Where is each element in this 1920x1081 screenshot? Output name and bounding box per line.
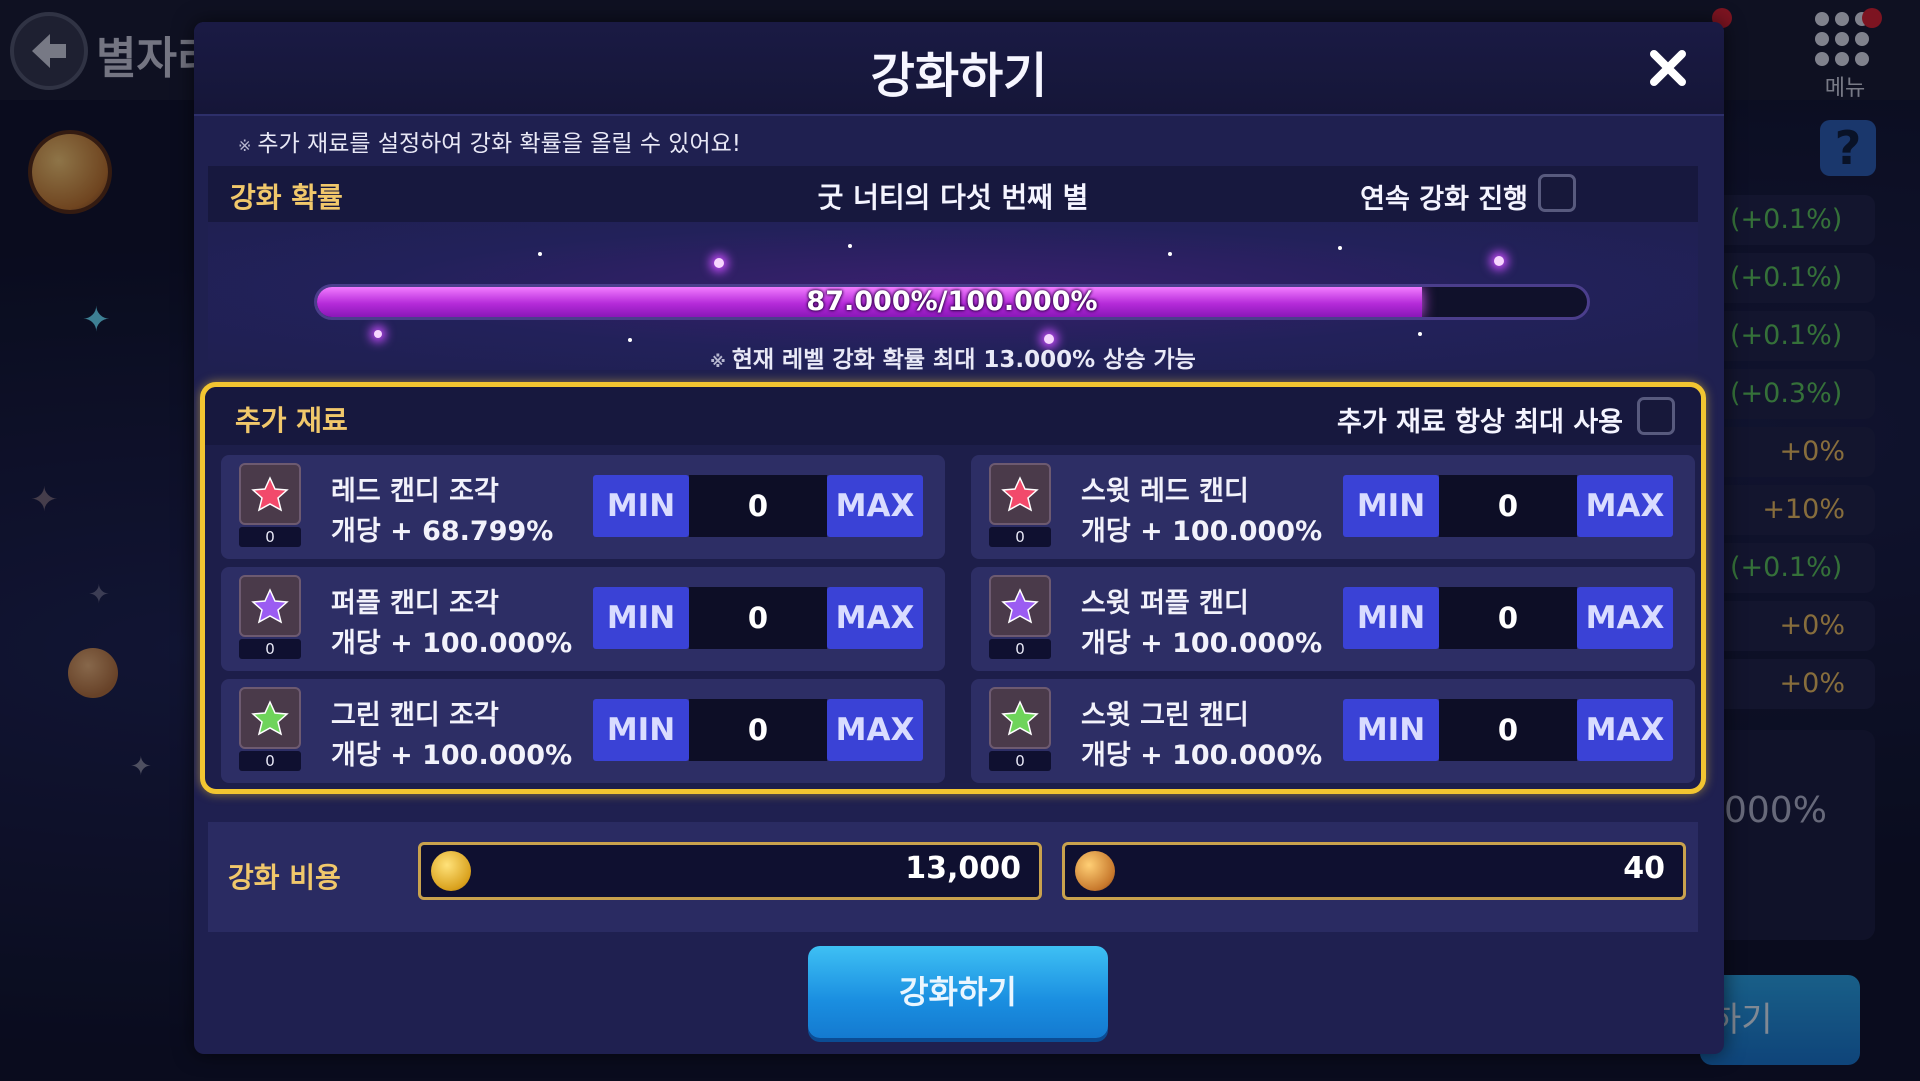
min-button[interactable]: MIN: [593, 587, 689, 649]
max-button[interactable]: MAX: [1577, 587, 1673, 649]
min-button[interactable]: MIN: [1343, 475, 1439, 537]
green-candy-piece-icon: [239, 687, 301, 749]
material-card: 0 스윗 그린 캔디 개당 + 100.000% MIN 0 MAX: [971, 679, 1695, 783]
quantity-input[interactable]: 0: [689, 587, 827, 649]
sparkle-dot: [1494, 256, 1504, 266]
quantity-input[interactable]: 0: [1439, 475, 1577, 537]
material-name: 그린 캔디 조각: [331, 700, 499, 731]
probability-progress-bar: 87.000%/100.000%: [314, 284, 1590, 320]
material-bonus: 개당 + 100.000%: [331, 740, 573, 771]
star-dot: [538, 252, 542, 256]
star-dot: [1338, 246, 1342, 250]
quantity-stepper: MIN 0 MAX: [593, 475, 923, 537]
red-candy-piece-icon: [239, 463, 301, 525]
always-max-label: 추가 재료 항상 최대 사용: [1337, 407, 1623, 438]
material-icon-slot: 0: [239, 463, 301, 549]
cost-section: 강화 비용 13,000 40: [208, 822, 1698, 932]
sweet-red-candy-icon: [989, 463, 1051, 525]
close-icon: [1650, 50, 1686, 86]
candy-cost-value: 40: [1623, 851, 1665, 886]
material-card: 0 스윗 레드 캔디 개당 + 100.000% MIN 0 MAX: [971, 455, 1695, 559]
note-mark: ※: [710, 352, 726, 371]
extra-materials-panel: 추가 재료 추가 재료 항상 최대 사용 0 레드 캔디 조각개당 + 68.79…: [200, 382, 1706, 794]
material-bonus: 개당 + 100.000%: [1081, 628, 1323, 659]
material-card: 0 퍼플 캔디 조각 개당 + 100.000% MIN 0 MAX: [221, 567, 945, 671]
material-name: 스윗 레드 캔디: [1081, 476, 1249, 507]
candy-jar-icon: [1075, 851, 1115, 891]
min-button[interactable]: MIN: [593, 475, 689, 537]
probability-note: ※ 현재 레벨 강화 확률 최대 13.000% 상승 가능: [208, 340, 1698, 374]
candy-cost-field: 40: [1062, 842, 1686, 900]
min-button[interactable]: MIN: [1343, 699, 1439, 761]
material-card: 0 스윗 퍼플 캔디 개당 + 100.000% MIN 0 MAX: [971, 567, 1695, 671]
material-bonus: 개당 + 100.000%: [1081, 740, 1323, 771]
notice-message: 추가 재료를 설정하여 강화 확률을 올릴 수 있어요!: [257, 131, 742, 157]
probability-header: 강화 확률 굿 너티의 다섯 번째 별 연속 강화 진행: [208, 166, 1698, 222]
dialog-title: 강화하기: [870, 48, 1048, 104]
max-button[interactable]: MAX: [1577, 699, 1673, 761]
quantity-stepper: MIN 0 MAX: [1343, 475, 1673, 537]
owned-count: 0: [989, 527, 1051, 547]
quantity-input[interactable]: 0: [1439, 587, 1577, 649]
material-name: 스윗 그린 캔디: [1081, 700, 1249, 731]
sparkle-dot: [714, 258, 724, 268]
material-icon-slot: 0: [239, 575, 301, 661]
star-dot: [1418, 332, 1422, 336]
material-bonus: 개당 + 100.000%: [331, 628, 573, 659]
sweet-green-candy-icon: [989, 687, 1051, 749]
material-icon-slot: 0: [989, 575, 1051, 661]
quantity-stepper: MIN 0 MAX: [593, 587, 923, 649]
material-icon-slot: 0: [989, 687, 1051, 773]
gold-cost-field: 13,000: [418, 842, 1042, 900]
material-card: 0 그린 캔디 조각 개당 + 100.000% MIN 0 MAX: [221, 679, 945, 783]
probability-note-text: 현재 레벨 강화 확률 최대 13.000% 상승 가능: [731, 347, 1196, 373]
material-name: 스윗 퍼플 캔디: [1081, 588, 1249, 619]
material-card: 0 레드 캔디 조각 개당 + 68.799% MIN 0 MAX: [221, 455, 945, 559]
quantity-stepper: MIN 0 MAX: [1343, 699, 1673, 761]
max-button[interactable]: MAX: [827, 699, 923, 761]
gold-cost-value: 13,000: [905, 851, 1021, 886]
enhance-dialog: 강화하기 ※ 추가 재료를 설정하여 강화 확률을 올릴 수 있어요! 강화 확률…: [194, 22, 1724, 1054]
purple-candy-piece-icon: [239, 575, 301, 637]
probability-progress-text: 87.000%/100.000%: [806, 286, 1098, 317]
star-dot: [1168, 252, 1172, 256]
owned-count: 0: [239, 639, 301, 659]
always-max-checkbox[interactable]: [1637, 397, 1675, 435]
owned-count: 0: [239, 751, 301, 771]
max-button[interactable]: MAX: [827, 587, 923, 649]
materials-label: 추가 재료: [235, 404, 348, 437]
close-button[interactable]: [1640, 40, 1696, 96]
notice-mark: ※: [238, 136, 252, 155]
owned-count: 0: [239, 527, 301, 547]
auto-enhance-label: 연속 강화 진행: [1360, 184, 1528, 215]
enhance-button[interactable]: 강화하기: [808, 946, 1108, 1038]
min-button[interactable]: MIN: [1343, 587, 1439, 649]
quantity-input[interactable]: 0: [689, 475, 827, 537]
probability-area: 87.000%/100.000% ※ 현재 레벨 강화 확률 최대 13.000%…: [208, 222, 1698, 373]
materials-header: 추가 재료 추가 재료 항상 최대 사용: [205, 387, 1701, 445]
min-button[interactable]: MIN: [593, 699, 689, 761]
sparkle-dot: [374, 330, 382, 338]
star-dot: [848, 244, 852, 248]
material-name: 레드 캔디 조각: [331, 476, 499, 507]
auto-enhance-checkbox[interactable]: [1538, 174, 1576, 212]
quantity-stepper: MIN 0 MAX: [1343, 587, 1673, 649]
max-button[interactable]: MAX: [827, 475, 923, 537]
quantity-input[interactable]: 0: [1439, 699, 1577, 761]
sweet-purple-candy-icon: [989, 575, 1051, 637]
dialog-header: 강화하기: [194, 22, 1724, 116]
quantity-input[interactable]: 0: [689, 699, 827, 761]
notice-text: ※ 추가 재료를 설정하여 강화 확률을 올릴 수 있어요!: [238, 124, 741, 158]
quantity-stepper: MIN 0 MAX: [593, 699, 923, 761]
owned-count: 0: [989, 639, 1051, 659]
owned-count: 0: [989, 751, 1051, 771]
material-icon-slot: 0: [989, 463, 1051, 549]
material-name: 퍼플 캔디 조각: [331, 588, 499, 619]
material-icon-slot: 0: [239, 687, 301, 773]
material-bonus: 개당 + 68.799%: [331, 516, 554, 547]
cost-label: 강화 비용: [228, 861, 341, 894]
gold-coin-icon: [431, 851, 471, 891]
max-button[interactable]: MAX: [1577, 475, 1673, 537]
material-bonus: 개당 + 100.000%: [1081, 516, 1323, 547]
